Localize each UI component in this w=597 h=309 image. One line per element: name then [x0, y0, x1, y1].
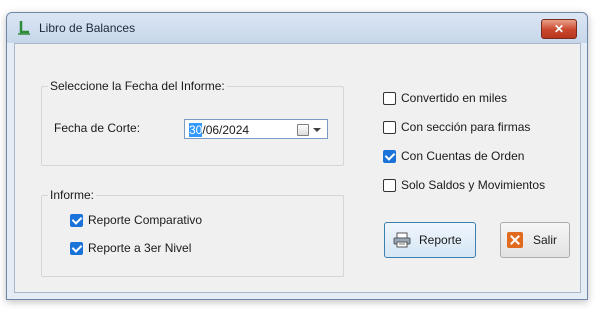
close-window-button[interactable]: ✕	[541, 19, 577, 39]
checkbox-label: Convertido en miles	[401, 91, 508, 105]
informe-group-title: Informe:	[48, 188, 97, 202]
fecha-corte-label: Fecha de Corte:	[54, 121, 141, 135]
checkbox-unchecked-icon[interactable]	[383, 91, 396, 105]
window-title: Libro de Balances	[39, 21, 136, 35]
dialog-body: Seleccione la Fecha del Informe: Fecha d…	[14, 43, 581, 293]
dialog-window: Libro de Balances ✕ Seleccione la Fecha …	[6, 12, 588, 300]
salir-button[interactable]: Salir	[500, 222, 570, 258]
checkbox-label: Reporte Comparativo	[88, 213, 203, 227]
date-value[interactable]: 30/06/2024	[189, 123, 249, 137]
checkbox-label: Con Cuentas de Orden	[401, 149, 525, 163]
checkbox-unchecked-icon[interactable]	[383, 178, 396, 192]
fecha-corte-datepicker[interactable]: 30/06/2024	[184, 119, 328, 139]
reporte-button[interactable]: Reporte	[384, 222, 476, 258]
seccion-firmas-checkbox[interactable]: Con sección para firmas	[383, 119, 530, 135]
informe-groupbox: Informe: Reporte Comparativo Reporte a 3…	[41, 188, 344, 277]
app-icon	[18, 21, 30, 35]
fecha-groupbox: Seleccione la Fecha del Informe: Fecha d…	[41, 79, 344, 166]
cuentas-orden-checkbox[interactable]: Con Cuentas de Orden	[383, 148, 524, 164]
saldos-movimientos-checkbox[interactable]: Solo Saldos y Movimientos	[383, 177, 545, 193]
checkbox-unchecked-icon[interactable]	[383, 120, 396, 134]
close-icon: ✕	[553, 22, 565, 36]
checkbox-label: Reporte a 3er Nivel	[88, 241, 192, 255]
date-day-selected: 30	[189, 123, 203, 137]
close-icon	[507, 232, 523, 248]
checkbox-label: Solo Saldos y Movimientos	[401, 178, 546, 192]
checkbox-checked-icon[interactable]	[383, 149, 396, 163]
chevron-down-icon[interactable]	[313, 128, 321, 132]
title-bar[interactable]: Libro de Balances ✕	[7, 13, 587, 43]
reporte-3er-nivel-checkbox[interactable]: Reporte a 3er Nivel	[70, 240, 191, 256]
reporte-comparativo-checkbox[interactable]: Reporte Comparativo	[70, 212, 202, 228]
reporte-button-label: Reporte	[419, 233, 462, 247]
fecha-group-title: Seleccione la Fecha del Informe:	[48, 79, 227, 93]
checkbox-label: Con sección para firmas	[401, 120, 531, 134]
checkbox-checked-icon[interactable]	[70, 213, 83, 227]
convertido-miles-checkbox[interactable]: Convertido en miles	[383, 90, 507, 106]
checkbox-checked-icon[interactable]	[70, 241, 83, 255]
printer-icon	[393, 232, 411, 248]
salir-button-label: Salir	[533, 233, 558, 247]
calendar-icon[interactable]	[297, 124, 309, 136]
date-month-year: /06/2024	[202, 123, 250, 137]
